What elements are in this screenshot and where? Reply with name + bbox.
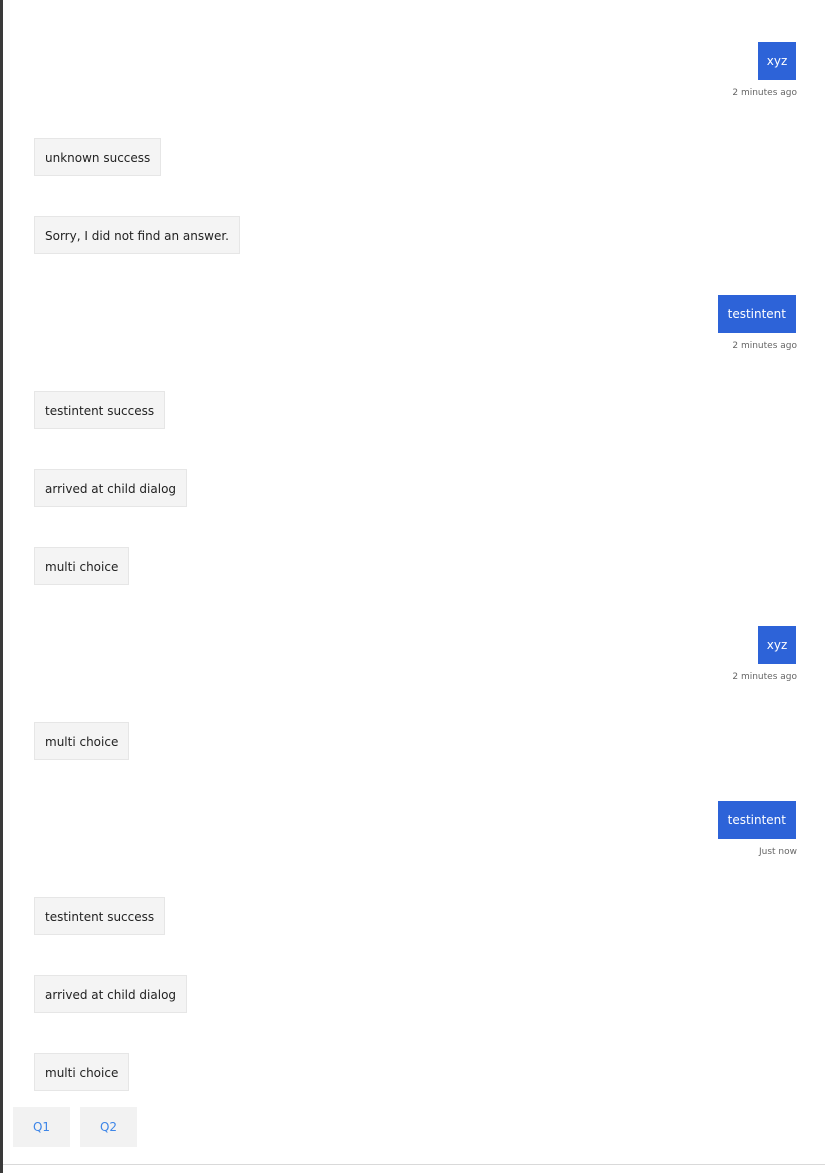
input-divider bbox=[3, 1164, 825, 1165]
bot-message: unknown success bbox=[34, 138, 162, 176]
message-timestamp: 2 minutes ago bbox=[732, 88, 797, 98]
user-message: testintent bbox=[717, 801, 796, 839]
bot-message: multi choice bbox=[34, 722, 130, 760]
chat-transcript: xyz 2 minutes ago unknown success Sorry,… bbox=[0, 0, 825, 1173]
bot-message: Sorry, I did not find an answer. bbox=[34, 216, 240, 254]
suggested-action-q2[interactable]: Q2 bbox=[80, 1107, 137, 1147]
bot-message: arrived at child dialog bbox=[34, 469, 188, 507]
bot-message: multi choice bbox=[34, 1053, 130, 1091]
message-timestamp: 2 minutes ago bbox=[732, 341, 797, 351]
suggested-action-q1[interactable]: Q1 bbox=[13, 1107, 70, 1147]
user-message: testintent bbox=[717, 295, 796, 333]
user-message: xyz bbox=[758, 626, 796, 664]
bot-message: multi choice bbox=[34, 547, 130, 585]
left-border bbox=[0, 0, 3, 1173]
bot-message: testintent success bbox=[34, 391, 166, 429]
bot-message: arrived at child dialog bbox=[34, 975, 188, 1013]
message-timestamp: 2 minutes ago bbox=[732, 672, 797, 682]
user-message: xyz bbox=[758, 42, 796, 80]
bot-message: testintent success bbox=[34, 897, 166, 935]
message-timestamp: Just now bbox=[758, 847, 797, 857]
